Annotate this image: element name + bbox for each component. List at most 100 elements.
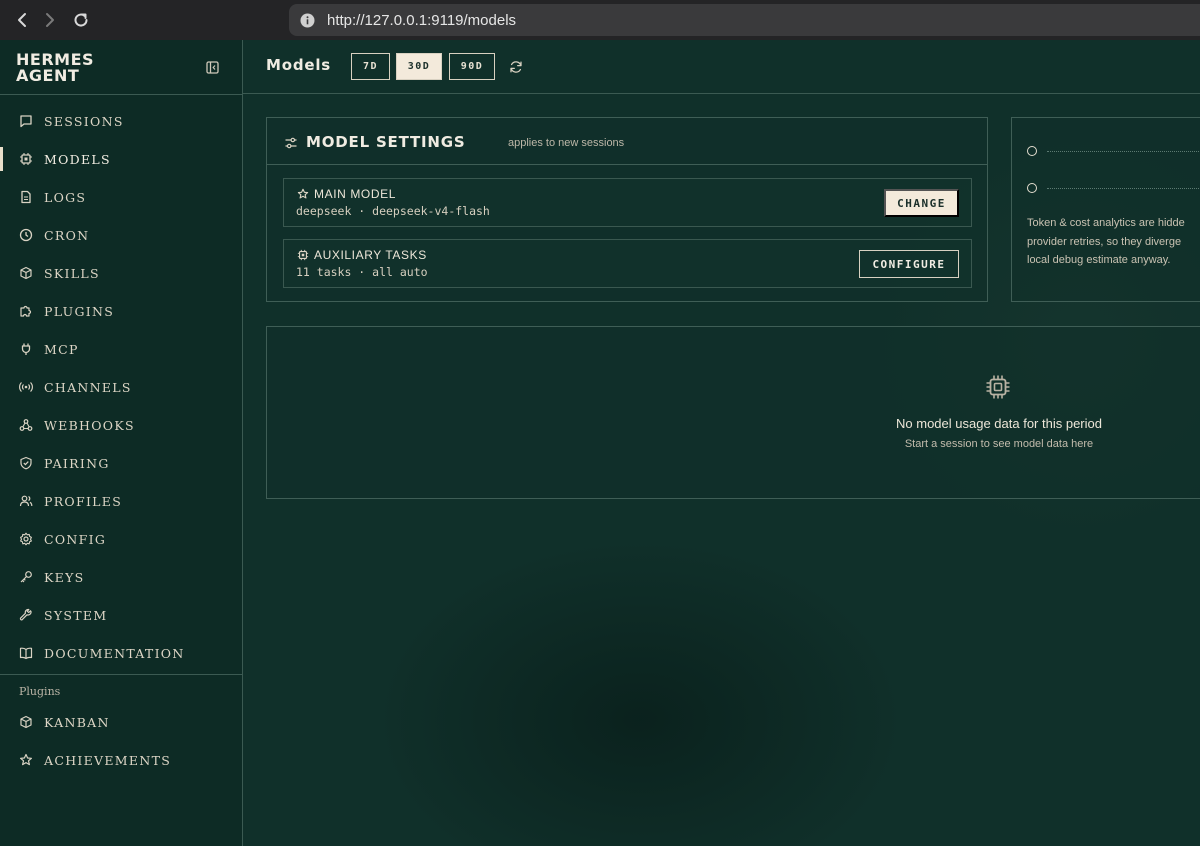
analytics-row (1027, 183, 1200, 195)
sidebar-item-label: PROFILES (44, 493, 123, 509)
empty-state-title: No model usage data for this period (896, 416, 1102, 431)
sidebar-item-label: LOGS (44, 189, 87, 205)
sidebar-collapse-icon[interactable] (204, 59, 220, 75)
sidebar-item-label: CHANNELS (44, 379, 132, 395)
sidebar-nav: SESSIONS MODELS LOGS CRON SKILLS PLUGINS (0, 102, 243, 672)
sidebar-item-label: ACHIEVEMENTS (44, 752, 172, 768)
chat-bubble-icon (18, 113, 34, 129)
circle-icon (1027, 146, 1037, 156)
cube-icon (18, 265, 34, 281)
puzzle-icon (18, 303, 34, 319)
address-bar[interactable]: http://127.0.0.1:9119/models (289, 4, 1200, 36)
key-icon (18, 569, 34, 585)
range-30d-button[interactable]: 30D (396, 53, 442, 80)
auxiliary-tasks-label: AUXILIARY TASKS (314, 248, 427, 262)
star-icon (18, 752, 34, 768)
model-settings-subtitle: applies to new sessions (508, 137, 625, 149)
sidebar-item-cron[interactable]: CRON (0, 216, 243, 254)
sidebar-item-label: PAIRING (44, 455, 110, 471)
sidebar-item-config[interactable]: CONFIG (0, 520, 243, 558)
clock-icon (18, 227, 34, 243)
auxiliary-tasks-value: 11 tasks · all auto (296, 265, 428, 279)
sidebar: HERMES AGENT SESSIONS MODELS LOGS CRON S… (0, 40, 243, 846)
page-title: Models (266, 56, 332, 74)
dotted-leader (1047, 188, 1200, 189)
sidebar-plugins-nav: KANBAN ACHIEVEMENTS (0, 703, 243, 779)
plug-icon (18, 341, 34, 357)
sidebar-item-channels[interactable]: CHANNELS (0, 368, 243, 406)
sidebar-item-achievements[interactable]: ACHIEVEMENTS (0, 741, 243, 779)
sidebar-item-label: DOCUMENTATION (44, 645, 185, 661)
shield-check-icon (18, 455, 34, 471)
configure-auxiliary-button[interactable]: CONFIGURE (859, 250, 959, 278)
empty-state-subtitle: Start a session to see model data here (904, 438, 1094, 450)
sidebar-item-sessions[interactable]: SESSIONS (0, 102, 243, 140)
range-90d-button[interactable]: 90D (449, 53, 495, 80)
gear-icon (18, 531, 34, 547)
reload-icon[interactable] (69, 8, 93, 32)
analytics-note: Token & cost analytics are hidde provide… (1027, 214, 1200, 270)
document-icon (18, 189, 34, 205)
analytics-note-line: provider retries, so they diverge (1027, 235, 1182, 248)
broadcast-icon (18, 379, 34, 395)
star-icon (296, 187, 309, 200)
chip-icon (296, 248, 309, 261)
sidebar-item-label: KANBAN (44, 714, 110, 730)
sidebar-item-label: MCP (44, 341, 79, 357)
main-model-label: MAIN MODEL (314, 187, 397, 201)
sidebar-item-label: WEBHOOKS (44, 417, 135, 433)
sidebar-item-label: MODELS (44, 151, 111, 167)
sidebar-item-label: SESSIONS (44, 113, 124, 129)
analytics-card: Token & cost analytics are hidde provide… (1011, 117, 1200, 302)
sidebar-item-label: KEYS (44, 569, 85, 585)
analytics-note-line: Token & cost analytics are hidde (1027, 217, 1185, 229)
sidebar-item-label: PLUGINS (44, 303, 115, 319)
change-model-button[interactable]: CHANGE (884, 189, 959, 217)
sidebar-item-mcp[interactable]: MCP (0, 330, 243, 368)
sidebar-item-label: SKILLS (44, 265, 100, 281)
sliders-icon (283, 135, 299, 151)
model-usage-card (266, 326, 1200, 499)
browser-toolbar: http://127.0.0.1:9119/models (0, 0, 1200, 40)
main-model-row: MAIN MODEL deepseek · deepseek-v4-flash … (283, 178, 972, 227)
model-settings-card: MODEL SETTINGS applies to new sessions M… (266, 117, 988, 302)
analytics-row (1027, 146, 1200, 158)
sidebar-item-pairing[interactable]: PAIRING (0, 444, 243, 482)
circle-icon (1027, 183, 1037, 193)
url-text[interactable]: http://127.0.0.1:9119/models (327, 12, 516, 29)
book-icon (18, 645, 34, 661)
sidebar-item-label: CRON (44, 227, 90, 243)
refresh-icon[interactable] (508, 59, 523, 74)
analytics-note-line: local debug estimate anyway. (1027, 254, 1171, 266)
sidebar-item-label: SYSTEM (44, 607, 108, 623)
users-icon (18, 493, 34, 509)
sidebar-item-skills[interactable]: SKILLS (0, 254, 243, 292)
back-icon[interactable] (10, 8, 34, 32)
cube-icon (18, 714, 34, 730)
auxiliary-tasks-row: AUXILIARY TASKS 11 tasks · all auto CONF… (283, 239, 972, 288)
brand-logo: HERMES AGENT (16, 52, 94, 84)
sidebar-item-keys[interactable]: KEYS (0, 558, 243, 596)
sidebar-item-models[interactable]: MODELS (0, 140, 243, 178)
app-root: HERMES AGENT SESSIONS MODELS LOGS CRON S… (0, 40, 1200, 846)
chip-icon (18, 151, 34, 167)
webhook-icon (18, 417, 34, 433)
sidebar-divider (0, 674, 243, 675)
header-divider (243, 93, 1200, 94)
plugins-heading: Plugins (19, 685, 61, 698)
forward-icon[interactable] (38, 8, 62, 32)
sidebar-item-documentation[interactable]: DOCUMENTATION (0, 634, 243, 672)
dotted-leader (1047, 151, 1200, 152)
info-icon[interactable] (299, 12, 315, 28)
sidebar-item-kanban[interactable]: KANBAN (0, 703, 243, 741)
range-7d-button[interactable]: 7D (351, 53, 390, 80)
sidebar-item-logs[interactable]: LOGS (0, 178, 243, 216)
sidebar-item-system[interactable]: SYSTEM (0, 596, 243, 634)
sidebar-item-webhooks[interactable]: WEBHOOKS (0, 406, 243, 444)
brand-line-2: AGENT (16, 66, 80, 85)
sidebar-item-profiles[interactable]: PROFILES (0, 482, 243, 520)
chip-icon (984, 373, 1012, 401)
model-settings-title: MODEL SETTINGS (306, 133, 466, 151)
sidebar-divider (0, 94, 243, 95)
sidebar-item-plugins[interactable]: PLUGINS (0, 292, 243, 330)
